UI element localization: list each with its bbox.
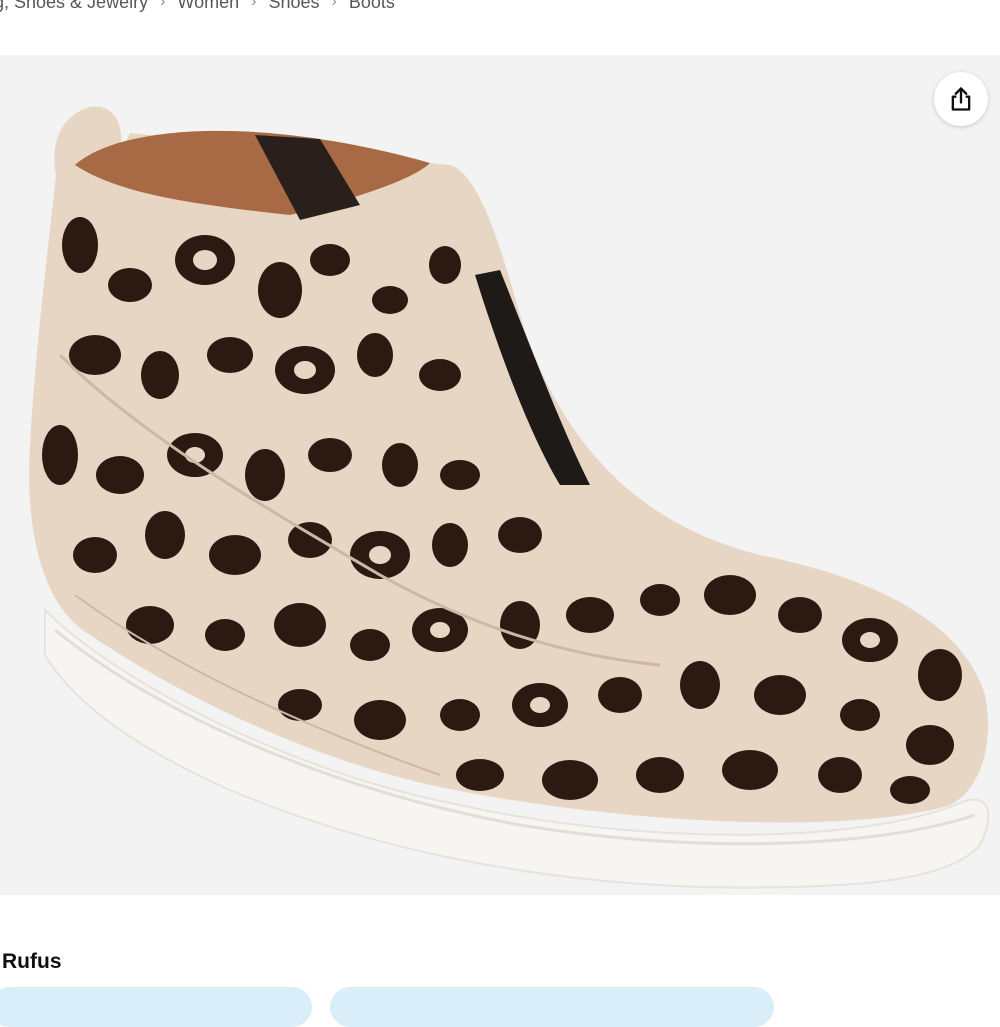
- breadcrumb-item-boots[interactable]: Boots: [349, 0, 395, 13]
- breadcrumb-item-category[interactable]: g, Shoes & Jewelry: [0, 0, 148, 13]
- breadcrumb-separator: ›: [331, 0, 337, 10]
- share-button[interactable]: [934, 72, 988, 126]
- breadcrumb-separator: ›: [160, 0, 166, 10]
- option-pill[interactable]: [330, 987, 774, 1027]
- breadcrumb: g, Shoes & Jewelry › Women › Shoes › Boo…: [0, 0, 395, 13]
- brand-name[interactable]: Rufus: [2, 950, 62, 974]
- option-pill[interactable]: [0, 987, 312, 1027]
- breadcrumb-item-women[interactable]: Women: [177, 0, 239, 13]
- breadcrumb-separator: ›: [251, 0, 257, 10]
- share-icon: [951, 87, 971, 111]
- product-image[interactable]: [0, 55, 1000, 895]
- breadcrumb-item-shoes[interactable]: Shoes: [268, 0, 319, 13]
